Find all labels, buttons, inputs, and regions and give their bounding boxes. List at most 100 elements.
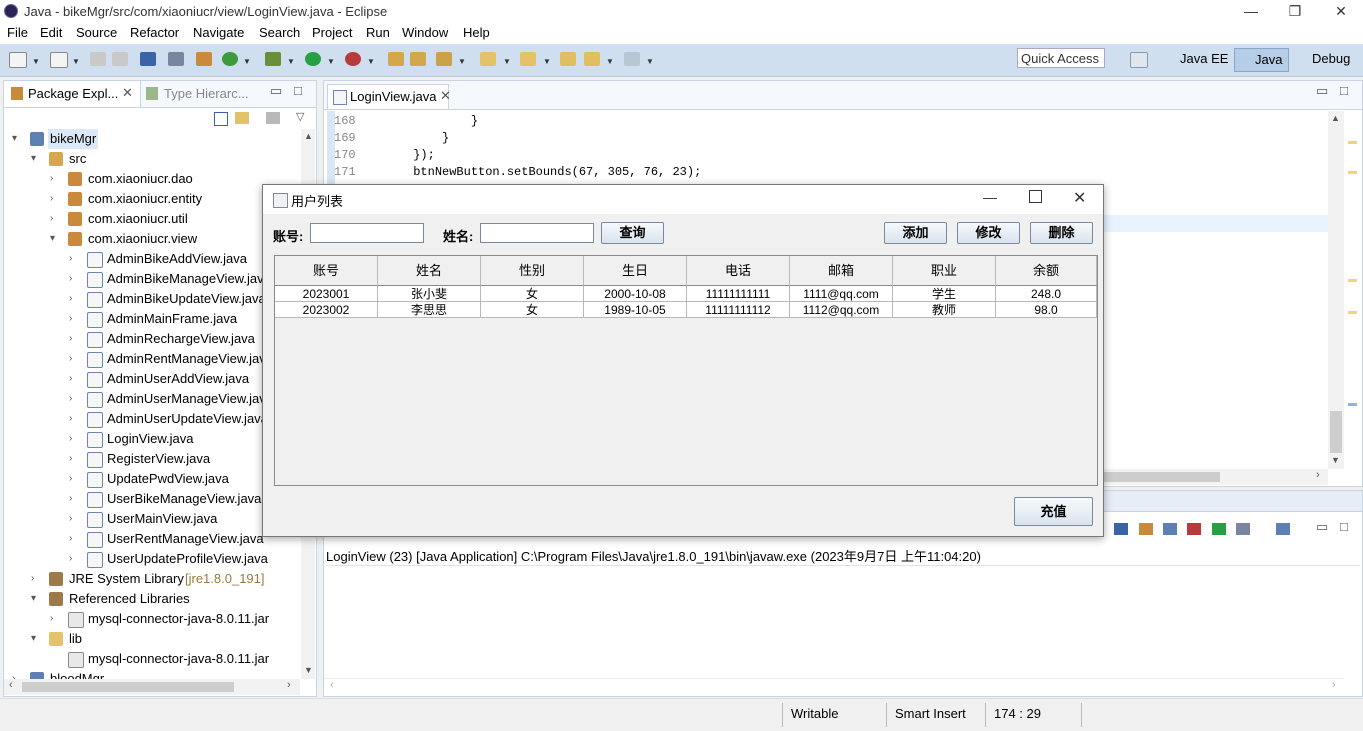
table-cell[interactable]: 1111@qq.com	[790, 286, 893, 302]
dropdown-arrow-icon[interactable]: ▼	[606, 57, 614, 66]
pin-console-icon[interactable]	[1212, 523, 1226, 535]
menu-project[interactable]: Project	[312, 25, 352, 40]
last-edit-icon[interactable]	[560, 52, 576, 66]
annotation-marker[interactable]	[1348, 279, 1357, 282]
chevron-right-icon[interactable]: ›	[50, 209, 53, 229]
perspective-java[interactable]: Java	[1234, 48, 1290, 72]
chevron-right-icon[interactable]: ›	[69, 249, 72, 269]
close-tab-icon[interactable]: ✕	[122, 85, 133, 101]
console-toolbar-icon[interactable]	[1163, 523, 1177, 535]
dropdown-arrow-icon[interactable]: ▼	[458, 57, 466, 66]
chevron-down-icon[interactable]: ▾	[50, 229, 55, 249]
dropdown-arrow-icon[interactable]: ▼	[243, 57, 251, 66]
table-cell[interactable]: 2000-10-08	[584, 286, 687, 302]
focus-icon[interactable]	[266, 112, 280, 124]
chevron-left-icon[interactable]: ‹	[330, 679, 334, 691]
chevron-up-icon[interactable]: ▲	[1331, 113, 1340, 123]
code-line[interactable]: 170 });	[334, 147, 435, 164]
console-toolbar-icon[interactable]	[1114, 523, 1128, 535]
open-task-icon[interactable]	[410, 52, 426, 66]
tree-item[interactable]: ▾ src	[31, 149, 300, 169]
chevron-right-icon[interactable]: ›	[69, 429, 72, 449]
editor-horizontal-scrollbar[interactable]: ›	[1084, 469, 1328, 485]
chevron-right-icon[interactable]: ›	[69, 309, 72, 329]
table-cell[interactable]: 2023002	[275, 302, 378, 318]
maximize-view-icon[interactable]: □	[294, 83, 302, 98]
dropdown-arrow-icon[interactable]: ▼	[287, 57, 295, 66]
table-cell[interactable]: 女	[481, 286, 584, 302]
name-input[interactable]	[480, 223, 594, 243]
tab-loginview[interactable]: LoginView.java ✕	[327, 84, 451, 109]
chevron-right-icon[interactable]: ›	[69, 529, 72, 549]
chevron-down-icon[interactable]: ▾	[31, 149, 36, 169]
maximize-icon[interactable]	[1029, 190, 1042, 203]
chevron-down-icon[interactable]: ▾	[31, 589, 36, 609]
menu-search[interactable]: Search	[259, 25, 300, 40]
delete-button[interactable]: 删除	[1030, 222, 1093, 244]
close-icon[interactable]: ✕	[1318, 0, 1363, 22]
tree-item[interactable]: ▾ bikeMgr	[12, 129, 300, 149]
chevron-right-icon[interactable]: ›	[69, 549, 72, 569]
chevron-right-icon[interactable]: ›	[50, 169, 53, 189]
chevron-right-icon[interactable]: ›	[69, 409, 72, 429]
scrollbar-thumb[interactable]	[1084, 472, 1220, 482]
menu-window[interactable]: Window	[402, 25, 448, 40]
annotation-icon[interactable]	[480, 52, 496, 66]
table-cell[interactable]: 1112@qq.com	[790, 302, 893, 318]
menu-help[interactable]: Help	[463, 25, 490, 40]
table-cell[interactable]: 李思思	[378, 302, 481, 318]
table-cell[interactable]: 2023001	[275, 286, 378, 302]
code-line[interactable]: 168 }	[334, 113, 478, 130]
dropdown-arrow-icon[interactable]: ▼	[327, 57, 335, 66]
scrollbar-thumb[interactable]	[22, 682, 234, 692]
annotation-marker[interactable]	[1348, 311, 1357, 314]
menu-edit[interactable]: Edit	[40, 25, 62, 40]
new-icon[interactable]	[9, 52, 27, 68]
current-position-marker[interactable]	[1348, 403, 1357, 406]
menu-file[interactable]: File	[7, 25, 28, 40]
dropdown-arrow-icon[interactable]: ▼	[503, 57, 511, 66]
chevron-right-icon[interactable]: ›	[69, 269, 72, 289]
chevron-right-icon[interactable]: ›	[69, 289, 72, 309]
chevron-down-icon[interactable]: ▼	[1331, 455, 1340, 465]
chevron-right-icon[interactable]: ›	[287, 679, 291, 691]
edit-button[interactable]: 修改	[957, 222, 1020, 244]
refresh-icon[interactable]	[222, 52, 238, 66]
debug-icon[interactable]	[265, 52, 281, 66]
chevron-right-icon[interactable]: ›	[31, 569, 34, 589]
table-cell[interactable]: 女	[481, 302, 584, 318]
menu-run[interactable]: Run	[366, 25, 390, 40]
column-header[interactable]: 生日	[584, 256, 687, 286]
recharge-button[interactable]: 充值	[1014, 497, 1093, 526]
open-perspective-icon[interactable]	[1130, 52, 1148, 68]
minimize-view-icon[interactable]: ▭	[1316, 519, 1328, 535]
maximize-view-icon[interactable]: □	[1340, 519, 1348, 534]
chevron-right-icon[interactable]: ›	[50, 189, 53, 209]
code-line[interactable]: 171 btnNewButton.setBounds(67, 305, 76, …	[334, 164, 701, 181]
table-cell[interactable]: 教师	[893, 302, 996, 318]
maximize-view-icon[interactable]: □	[1340, 83, 1348, 98]
chevron-right-icon[interactable]: ›	[1316, 469, 1320, 481]
chevron-down-icon[interactable]: ▾	[31, 629, 36, 649]
quick-access-input[interactable]: Quick Access	[1017, 48, 1105, 68]
save-all-icon[interactable]	[112, 52, 128, 66]
search-icon[interactable]	[436, 52, 452, 66]
table-cell[interactable]: 1989-10-05	[584, 302, 687, 318]
code-line[interactable]: 169 }	[334, 130, 449, 147]
dropdown-arrow-icon[interactable]: ▼	[72, 57, 80, 66]
new-wizard-icon[interactable]	[50, 52, 68, 68]
annotation-marker[interactable]	[1348, 141, 1357, 144]
restore-icon[interactable]: ❐	[1272, 0, 1318, 22]
open-console-icon[interactable]	[1276, 523, 1290, 535]
external-tools-icon[interactable]	[345, 52, 361, 66]
add-button[interactable]: 添加	[884, 222, 947, 244]
chevron-right-icon[interactable]: ›	[69, 389, 72, 409]
column-header[interactable]: 账号	[275, 256, 378, 286]
chevron-right-icon[interactable]: ›	[69, 469, 72, 489]
save-icon[interactable]	[90, 52, 106, 66]
table-cell[interactable]: 98.0	[996, 302, 1097, 318]
perspective-java-ee[interactable]: Java EE	[1160, 48, 1228, 70]
menu-navigate[interactable]: Navigate	[193, 25, 244, 40]
perspective-debug[interactable]: Debug	[1292, 48, 1350, 70]
chevron-right-icon[interactable]: ›	[69, 369, 72, 389]
